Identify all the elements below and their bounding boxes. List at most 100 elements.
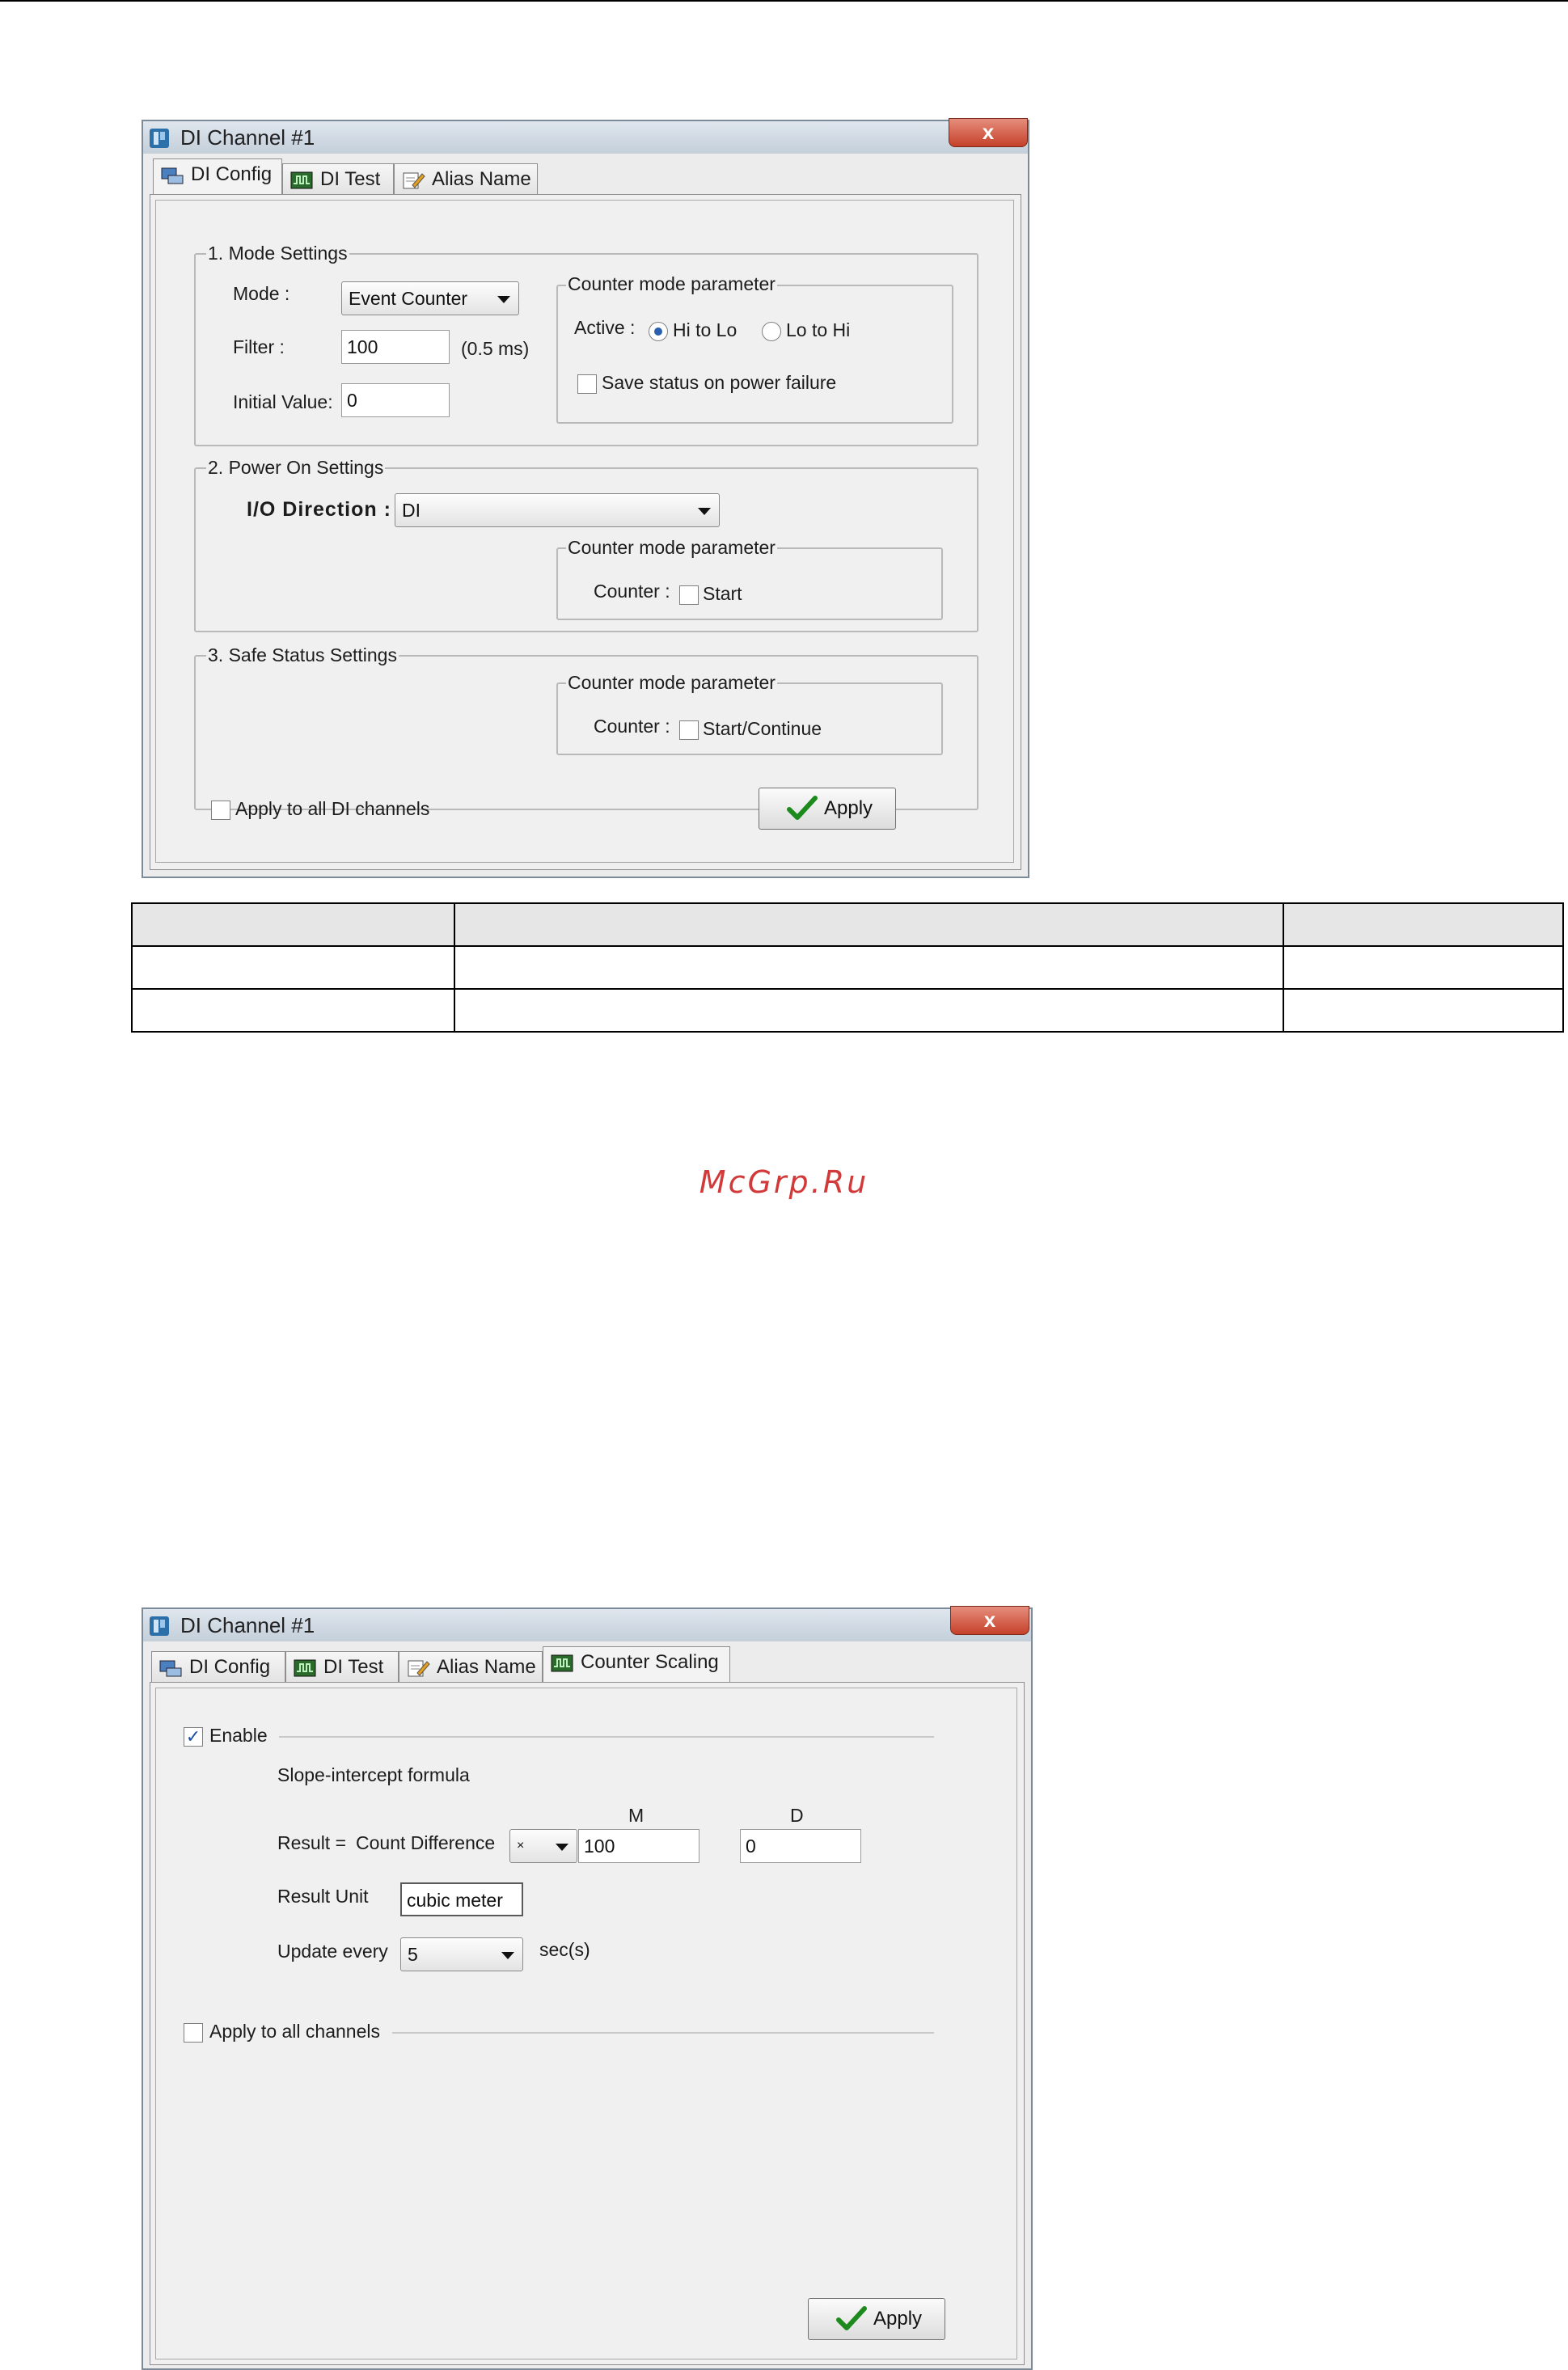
table-cell xyxy=(453,945,1285,990)
network-config-icon xyxy=(159,1660,182,1677)
apply-all-checkbox[interactable] xyxy=(184,2023,203,2043)
watermark: McGrp.Ru xyxy=(699,1164,869,1200)
tab-di-config[interactable]: DI Config xyxy=(153,158,282,196)
chevron-down-icon xyxy=(501,1952,514,1959)
counter-mode-parameter-legend: Counter mode parameter xyxy=(566,672,777,694)
update-every-label: Update every xyxy=(277,1941,388,1962)
counter-label: Counter : xyxy=(594,581,670,602)
save-status-label[interactable]: Save status on power failure xyxy=(602,372,836,394)
title-bar[interactable]: DI Channel #1 x xyxy=(143,1606,1031,1641)
enable-label[interactable]: Enable xyxy=(209,1725,268,1747)
enable-checkbox[interactable]: ✓ xyxy=(184,1727,203,1747)
hi-to-lo-label[interactable]: Hi to Lo xyxy=(673,319,737,341)
counter-label: Counter : xyxy=(594,716,670,737)
network-config-icon xyxy=(161,167,184,184)
result-unit-label: Result Unit xyxy=(277,1886,369,1907)
apply-all-label[interactable]: Apply to all DI channels xyxy=(235,798,429,820)
tab-label: Counter Scaling xyxy=(581,1651,719,1673)
d-input[interactable]: 0 xyxy=(740,1829,861,1863)
app-icon xyxy=(150,129,169,148)
signal-monitor-icon xyxy=(294,1659,316,1677)
chevron-down-icon xyxy=(497,296,510,303)
operator-value: × xyxy=(517,1839,525,1852)
table-cell xyxy=(1283,988,1564,1033)
tab-label: Alias Name xyxy=(432,168,531,190)
counter-scaling-dialog: DI Channel #1 x DI Config DI Test Alias … xyxy=(142,1606,1033,2370)
m-input[interactable]: 100 xyxy=(578,1829,699,1863)
apply-all-divider xyxy=(392,2032,934,2034)
power-on-settings-legend: 2. Power On Settings xyxy=(206,457,386,479)
start-continue-label[interactable]: Start/Continue xyxy=(703,718,822,740)
signal-monitor-icon xyxy=(551,1654,573,1672)
m-header: M xyxy=(628,1805,645,1826)
table-row xyxy=(131,988,1564,1033)
mode-dropdown[interactable]: Event Counter xyxy=(341,281,519,315)
tab-label: DI Test xyxy=(320,168,381,190)
result-label: Result = xyxy=(277,1832,347,1853)
parameter-table xyxy=(131,902,1564,1033)
tab-alias-name[interactable]: Alias Name xyxy=(394,163,538,196)
initial-value-input[interactable]: 0 xyxy=(341,383,450,417)
close-button[interactable]: x xyxy=(950,1606,1029,1635)
start-continue-checkbox[interactable] xyxy=(679,720,699,740)
update-interval-value: 5 xyxy=(408,1944,418,1965)
start-checkbox[interactable] xyxy=(679,585,699,605)
table-cell xyxy=(1283,902,1564,947)
chevron-down-icon xyxy=(698,508,711,515)
checkmark-icon xyxy=(836,2306,867,2330)
lo-to-hi-radio[interactable] xyxy=(762,322,781,341)
io-direction-value: DI xyxy=(402,500,421,521)
io-direction-label: I/O Direction : xyxy=(247,498,391,521)
apply-button[interactable]: Apply xyxy=(808,2298,945,2340)
tab-di-test[interactable]: DI Test xyxy=(282,163,394,196)
checkmark-icon xyxy=(787,796,818,820)
di-config-dialog: DI Channel #1 x DI Config DI Test Alias … xyxy=(142,118,1029,878)
operator-dropdown[interactable]: × xyxy=(509,1829,577,1863)
safe-status-settings-legend: 3. Safe Status Settings xyxy=(206,644,399,666)
mode-label: Mode : xyxy=(233,283,290,304)
chevron-down-icon xyxy=(556,1844,568,1851)
active-label: Active : xyxy=(574,317,636,338)
update-unit-label: sec(s) xyxy=(539,1939,590,1960)
tab-label: Alias Name xyxy=(437,1656,536,1678)
dialog-title: DI Channel #1 xyxy=(180,125,315,150)
result-unit-input[interactable]: cubic meter xyxy=(400,1882,523,1916)
tab-di-config[interactable]: DI Config xyxy=(151,1651,285,1684)
table-cell xyxy=(131,988,455,1033)
apply-all-checkbox[interactable] xyxy=(211,801,230,820)
tab-di-test[interactable]: DI Test xyxy=(285,1651,399,1684)
apply-button[interactable]: Apply xyxy=(759,788,896,830)
update-interval-dropdown[interactable]: 5 xyxy=(400,1937,523,1971)
close-button[interactable]: x xyxy=(949,118,1028,147)
mode-settings-legend: 1. Mode Settings xyxy=(206,243,349,264)
lo-to-hi-label[interactable]: Lo to Hi xyxy=(786,319,850,341)
table-cell xyxy=(453,988,1285,1033)
save-status-checkbox[interactable] xyxy=(577,374,597,394)
title-bar[interactable]: DI Channel #1 x xyxy=(143,118,1028,154)
enable-divider xyxy=(279,1736,934,1738)
tab-alias-name[interactable]: Alias Name xyxy=(399,1651,543,1684)
app-icon xyxy=(150,1616,169,1636)
tab-counter-scaling[interactable]: Counter Scaling xyxy=(543,1646,730,1684)
table-cell xyxy=(1283,945,1564,990)
filter-input[interactable]: 100 xyxy=(341,330,450,364)
tab-label: DI Config xyxy=(191,163,273,185)
table-row xyxy=(131,945,1564,990)
tab-label: DI Config xyxy=(189,1656,271,1678)
edit-note-icon xyxy=(403,172,425,189)
initial-value-label: Initial Value: xyxy=(233,391,333,412)
edit-note-icon xyxy=(408,1660,430,1677)
filter-label: Filter : xyxy=(233,336,285,357)
table-cell xyxy=(131,945,455,990)
page-top-rule xyxy=(0,0,1568,2)
hi-to-lo-radio[interactable] xyxy=(649,322,668,341)
start-label[interactable]: Start xyxy=(703,583,742,605)
counter-mode-parameter-legend: Counter mode parameter xyxy=(566,537,777,559)
apply-label: Apply xyxy=(824,797,873,819)
apply-all-label[interactable]: Apply to all channels xyxy=(209,2021,380,2043)
io-direction-dropdown[interactable]: DI xyxy=(395,493,720,527)
table-cell xyxy=(453,902,1285,947)
apply-label: Apply xyxy=(873,2308,923,2330)
table-cell xyxy=(131,902,455,947)
dialog-title: DI Channel #1 xyxy=(180,1613,315,1637)
